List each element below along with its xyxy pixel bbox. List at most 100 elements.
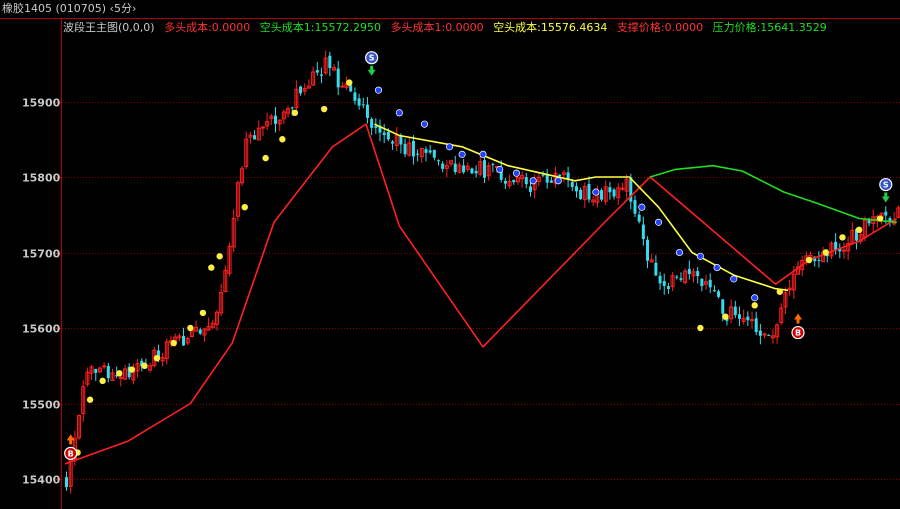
candle [227,242,232,277]
sell-marker[interactable]: S [365,51,379,76]
marker-label: S [883,181,889,190]
candle [662,273,666,295]
long-signal-dot [86,396,94,403]
candle [520,171,525,188]
y-tick-label: 15900 [22,97,61,110]
candle [658,271,662,291]
candle [767,334,771,336]
candle [299,85,303,96]
long-signal-dot [697,324,704,332]
short-signal-dot [713,264,721,272]
candle [265,112,270,131]
candle [561,170,566,183]
candle [783,287,788,315]
buy-marker[interactable]: B [791,313,805,340]
candle [600,188,604,202]
candle [416,149,420,162]
candle [620,182,625,191]
candle [336,60,340,95]
long-signal-dot [262,154,269,162]
candle [182,327,186,347]
candle [834,233,838,255]
candle [253,130,257,140]
candle [81,380,86,422]
long-signal-dot [99,377,106,385]
candle [214,309,219,331]
candle [441,161,445,173]
candle [737,306,741,326]
candle [683,268,688,285]
marker-label: B [795,329,801,338]
short-signal-dot [512,169,520,177]
candle [411,135,415,165]
y-tick-label: 15600 [22,323,61,336]
long-signal-dot [279,136,286,143]
candle [248,132,253,144]
candle [274,107,277,133]
candle [474,165,478,178]
candle [240,165,245,186]
candle [754,311,758,336]
long-signal-dot [116,370,123,377]
candle [675,275,679,280]
candle [453,155,457,175]
sell-marker[interactable]: S [879,177,893,203]
candle [846,236,851,260]
long-signal-dot [128,366,136,373]
candle [328,51,332,77]
candle [691,268,696,283]
short-signal-dot [730,275,738,283]
candle [817,251,821,268]
candle [704,274,709,290]
candle [135,358,140,378]
candle [302,83,307,96]
candle [432,149,436,161]
candle [687,260,691,280]
candle [478,156,483,177]
candle [779,303,784,326]
candle [260,125,265,136]
candle [256,120,261,141]
candle [202,328,207,342]
long-signal-dot [187,324,194,332]
candle [637,210,641,224]
candle [733,300,737,319]
candle [449,159,454,167]
short-signal-dot [496,165,504,174]
long-signal-dot [751,302,758,309]
long-signal-dot [822,249,829,256]
short-signal-dot [592,188,600,196]
candle [177,333,182,342]
candle [357,93,361,110]
long-signal-dot [876,215,884,222]
candle [746,311,750,326]
candle [378,119,382,142]
price-chart[interactable]: 15400 15500 15600 15700 15800 15900 B S B S [0,0,900,509]
candle [281,109,286,125]
candle [231,209,236,253]
short-signal-dot [479,150,487,158]
candle [587,176,591,203]
candle [524,172,528,189]
candle [185,336,190,346]
short-cost-line-green [649,164,897,224]
candle [444,160,449,178]
candle [591,195,596,206]
candle [679,272,683,282]
candle [649,253,654,263]
candle [579,187,583,200]
candle [670,272,675,292]
short-signal-dot [638,203,646,211]
candle [394,127,399,152]
candle [269,113,274,125]
candle [470,167,474,175]
candle [712,285,716,292]
candle [323,50,328,76]
candle [741,309,746,325]
long-signal-dot [776,288,783,295]
candle [148,362,153,373]
short-signal-dot [696,252,704,260]
candle [123,364,128,380]
candle [624,174,629,200]
candle [603,180,608,206]
